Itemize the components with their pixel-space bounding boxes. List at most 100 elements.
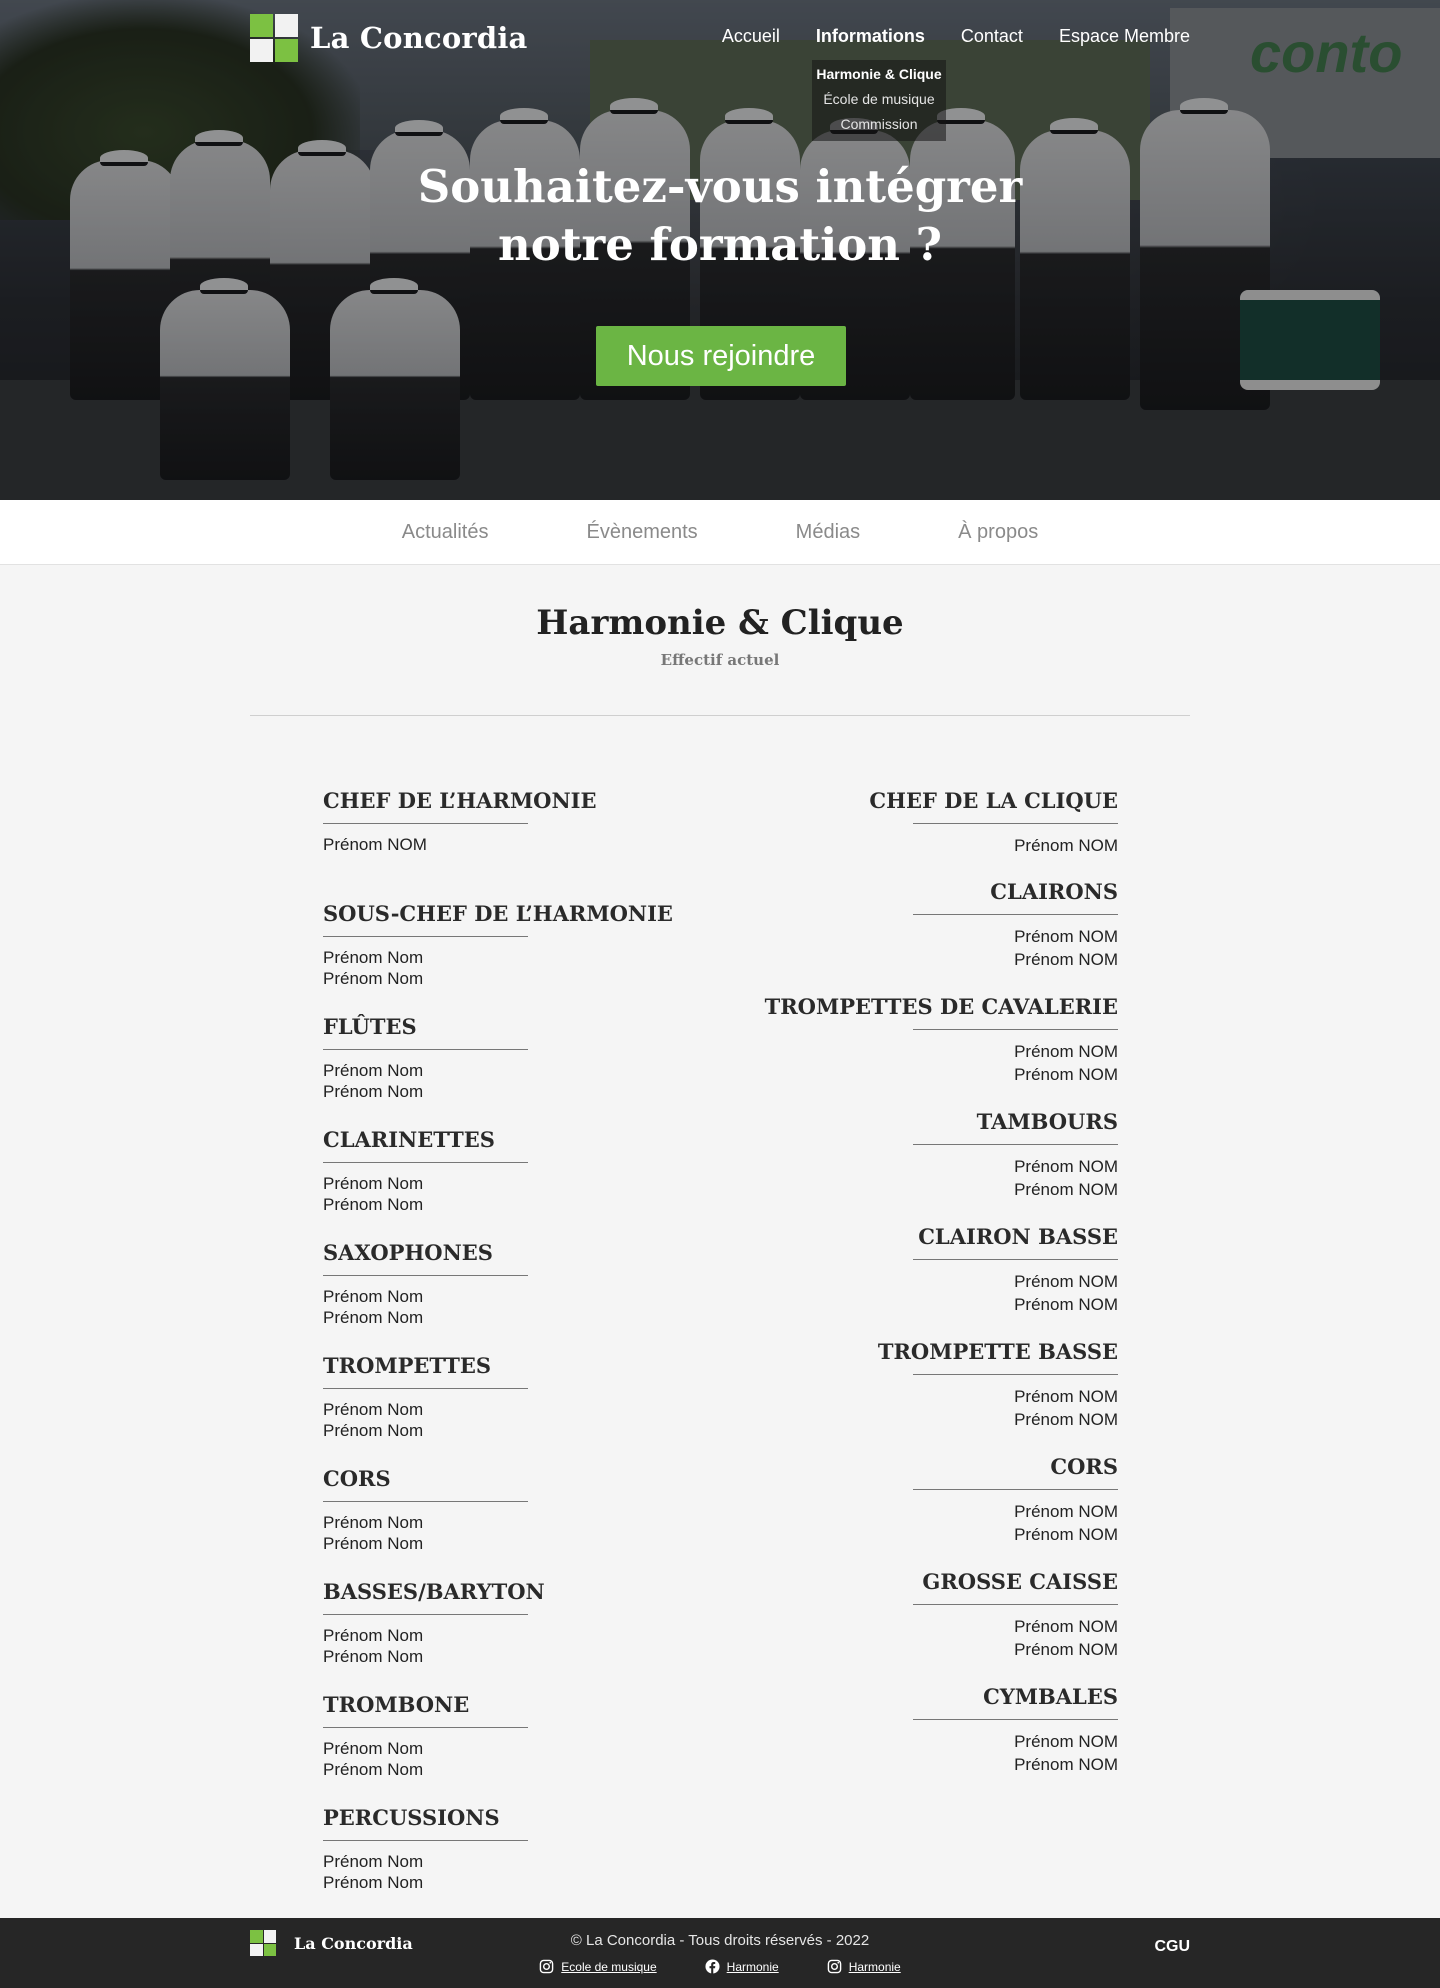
member-name: Prénom Nom xyxy=(323,948,424,967)
subnav-medias[interactable]: Médias xyxy=(796,521,860,544)
group-divider xyxy=(323,1840,528,1841)
dropdown-commission[interactable]: Commission xyxy=(812,112,946,137)
member-name: Prénom NOM xyxy=(1014,1617,1118,1636)
section-subtitle: Effectif actuel xyxy=(660,651,780,669)
site-footer: La Concordia © La Concordia - Tous droit… xyxy=(0,1918,1440,1988)
member-name: Prénom Nom xyxy=(323,1061,424,1080)
dropdown-harmonie-clique[interactable]: Harmonie & Clique xyxy=(812,62,946,87)
group-divider xyxy=(913,1029,1118,1030)
member-name: Prénom Nom xyxy=(323,1421,424,1440)
site-logo[interactable]: La Concordia xyxy=(250,14,528,62)
member-name: Prénom Nom xyxy=(323,1400,424,1419)
footer-link-harmonie-facebook[interactable]: Harmonie xyxy=(705,1959,779,1974)
clique-column: CHEF DE LA CLIQUE Prénom NOM CLAIRONS Pr… xyxy=(698,786,1118,1797)
group-title: SOUS-CHEF DE L’HARMONIE xyxy=(323,901,673,926)
nav-accueil[interactable]: Accueil xyxy=(722,26,780,47)
clique-group: GROSSE CAISSE Prénom NOM Prénom NOM xyxy=(698,1567,1118,1682)
clique-group: CLAIRONS Prénom NOM Prénom NOM xyxy=(698,877,1118,992)
hero-banner: conto La Concordia Accueil Informations … xyxy=(0,0,1440,500)
coat-of-arms-icon xyxy=(250,14,298,62)
group-title: TAMBOURS xyxy=(976,1109,1118,1134)
group-title: CORS xyxy=(323,1466,391,1491)
member-name: Prénom Nom xyxy=(323,1082,424,1101)
footer-link-label: Harmonie xyxy=(726,1959,779,1974)
harmonie-group: FLÛTES Prénom Nom Prénom Nom xyxy=(323,1012,743,1125)
group-divider xyxy=(323,1388,528,1389)
footer-cgu-link[interactable]: CGU xyxy=(1154,1938,1190,1956)
clique-group: CLAIRON BASSE Prénom NOM Prénom NOM xyxy=(698,1222,1118,1337)
member-name: Prénom Nom xyxy=(323,1626,424,1645)
member-name: Prénom NOM xyxy=(323,835,427,854)
group-divider xyxy=(913,1259,1118,1260)
nav-espace-membre[interactable]: Espace Membre xyxy=(1059,26,1190,47)
member-name: Prénom Nom xyxy=(323,1760,424,1779)
secondary-nav: Actualités Évènements Médias À propos xyxy=(0,500,1440,565)
group-title: FLÛTES xyxy=(323,1014,417,1039)
harmonie-group: BASSES/BARYTON Prénom Nom Prénom Nom xyxy=(323,1577,743,1690)
subnav-evenements[interactable]: Évènements xyxy=(587,521,698,544)
footer-link-label: Harmonie xyxy=(848,1959,901,1974)
harmonie-group: SAXOPHONES Prénom Nom Prénom Nom xyxy=(323,1238,743,1351)
group-divider xyxy=(323,936,528,937)
group-title: PERCUSSIONS xyxy=(323,1805,500,1830)
subnav-actualites[interactable]: Actualités xyxy=(402,521,489,544)
group-title: CHEF DE L’HARMONIE xyxy=(323,788,597,813)
group-divider xyxy=(323,1049,528,1050)
member-name: Prénom Nom xyxy=(323,1195,424,1214)
group-title: CLAIRONS xyxy=(990,879,1118,904)
member-name: Prénom Nom xyxy=(323,1308,424,1327)
member-name: Prénom Nom xyxy=(323,1647,424,1666)
clique-group: TAMBOURS Prénom NOM Prénom NOM xyxy=(698,1107,1118,1222)
instagram-icon xyxy=(827,1959,841,1974)
member-name: Prénom NOM xyxy=(1014,836,1118,855)
member-name: Prénom Nom xyxy=(323,1739,424,1758)
member-name: Prénom Nom xyxy=(323,1513,424,1532)
group-title: CYMBALES xyxy=(983,1684,1118,1709)
member-name: Prénom NOM xyxy=(1014,950,1118,969)
member-name: Prénom NOM xyxy=(1014,1157,1118,1176)
subnav-a-propos[interactable]: À propos xyxy=(958,521,1038,544)
member-name: Prénom NOM xyxy=(1014,1295,1118,1314)
footer-link-ecole-instagram[interactable]: Ecole de musique xyxy=(539,1959,657,1974)
member-name: Prénom Nom xyxy=(323,1873,424,1892)
member-name: Prénom Nom xyxy=(323,1287,424,1306)
group-title: CLARINETTES xyxy=(323,1127,495,1152)
member-name: Prénom NOM xyxy=(1014,1732,1118,1751)
harmonie-group: SOUS-CHEF DE L’HARMONIE Prénom Nom Préno… xyxy=(323,899,743,1012)
member-name: Prénom NOM xyxy=(1014,927,1118,946)
clique-group: CHEF DE LA CLIQUE Prénom NOM xyxy=(698,786,1118,877)
nav-contact[interactable]: Contact xyxy=(961,26,1023,47)
group-divider xyxy=(913,1374,1118,1375)
facebook-icon xyxy=(705,1959,720,1974)
footer-social-links: Ecole de musique Harmonie Harmonie xyxy=(0,1959,1440,1974)
join-button[interactable]: Nous rejoindre xyxy=(596,326,846,386)
harmonie-group: TROMBONE Prénom Nom Prénom Nom xyxy=(323,1690,743,1803)
member-name: Prénom Nom xyxy=(323,1852,424,1871)
nav-informations[interactable]: Informations xyxy=(816,26,925,47)
group-title: TROMPETTES DE CAVALERIE xyxy=(764,994,1118,1019)
site-name: La Concordia xyxy=(310,21,528,55)
group-title: GROSSE CAISSE xyxy=(922,1569,1118,1594)
group-divider xyxy=(913,1604,1118,1605)
group-divider xyxy=(323,1275,528,1276)
group-divider xyxy=(913,914,1118,915)
footer-link-label: Ecole de musique xyxy=(561,1959,657,1974)
member-name: Prénom NOM xyxy=(1014,1410,1118,1429)
member-name: Prénom NOM xyxy=(1014,1042,1118,1061)
footer-link-harmonie-instagram[interactable]: Harmonie xyxy=(827,1959,901,1974)
group-divider xyxy=(913,1144,1118,1145)
member-name: Prénom NOM xyxy=(1014,1180,1118,1199)
group-title: SAXOPHONES xyxy=(323,1240,493,1265)
member-name: Prénom NOM xyxy=(1014,1387,1118,1406)
group-title: CHEF DE LA CLIQUE xyxy=(869,788,1118,813)
member-name: Prénom Nom xyxy=(323,969,424,988)
group-divider xyxy=(323,1727,528,1728)
member-name: Prénom NOM xyxy=(1014,1525,1118,1544)
member-name: Prénom NOM xyxy=(1014,1755,1118,1774)
group-divider xyxy=(323,823,528,824)
member-name: Prénom NOM xyxy=(1014,1640,1118,1659)
main-nav: Accueil Informations Contact Espace Memb… xyxy=(722,26,1190,47)
harmonie-column: CHEF DE L’HARMONIE Prénom NOM SOUS-CHEF … xyxy=(323,786,743,1916)
dropdown-ecole-musique[interactable]: École de musique xyxy=(812,87,946,112)
harmonie-group: PERCUSSIONS Prénom Nom Prénom Nom xyxy=(323,1803,743,1916)
